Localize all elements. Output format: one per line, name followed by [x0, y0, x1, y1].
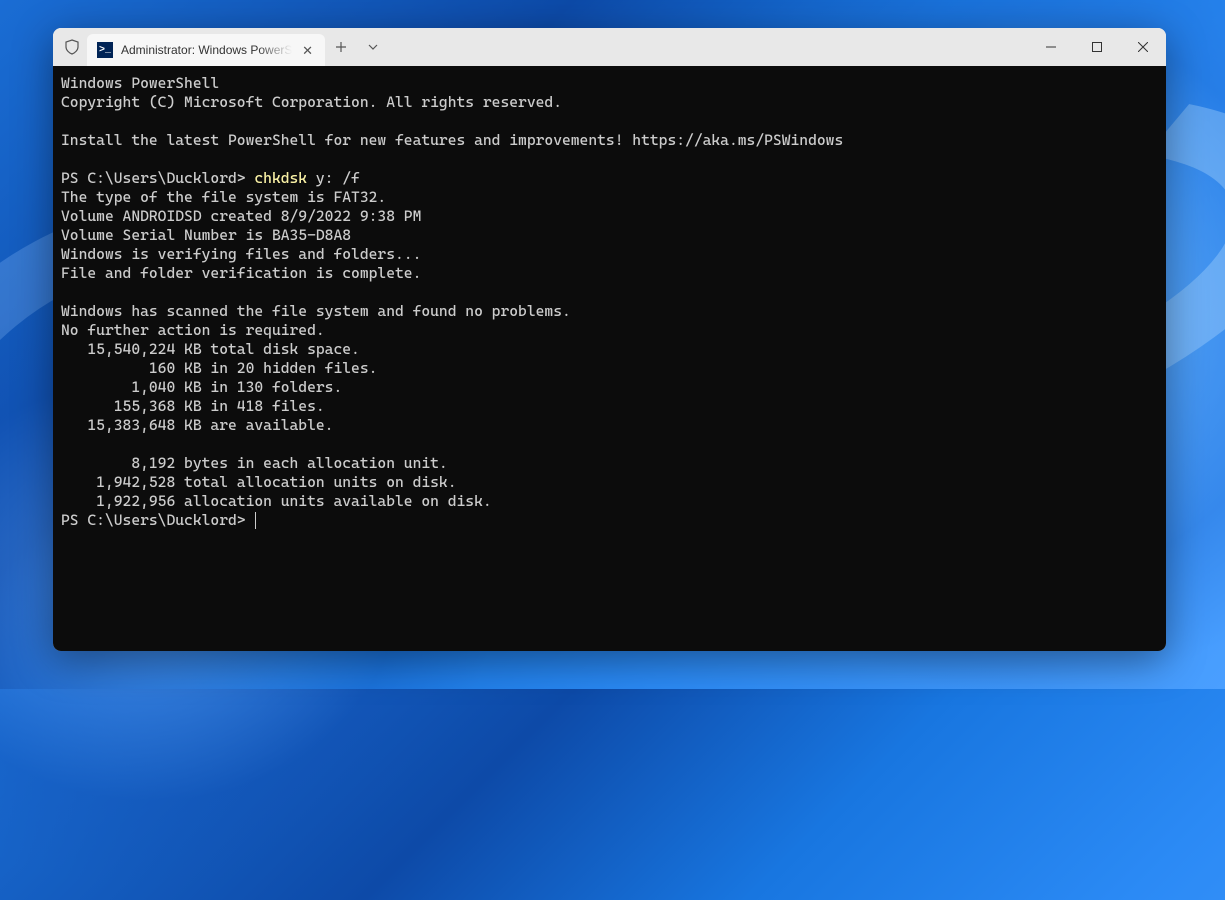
- terminal-args: y: /f: [307, 169, 360, 187]
- close-button[interactable]: [1120, 28, 1166, 66]
- terminal-line: 1,942,528 total allocation units on disk…: [61, 473, 457, 491]
- window-controls: [1028, 28, 1166, 66]
- admin-shield-icon: [53, 28, 83, 66]
- terminal-window: >_ Administrator: Windows PowerShell ✕ W…: [53, 28, 1166, 651]
- powershell-icon: >_: [97, 42, 113, 58]
- terminal-prompt: PS C:\Users\Ducklord>: [61, 169, 254, 187]
- maximize-button[interactable]: [1074, 28, 1120, 66]
- terminal-command: chkdsk: [254, 169, 307, 187]
- terminal-line: 160 KB in 20 hidden files.: [61, 359, 377, 377]
- tab-powershell[interactable]: >_ Administrator: Windows PowerShell ✕: [87, 34, 325, 66]
- tab-dropdown-button[interactable]: [357, 28, 389, 66]
- terminal-line: Volume Serial Number is BA35-D8A8: [61, 226, 351, 244]
- terminal-line: 1,040 KB in 130 folders.: [61, 378, 342, 396]
- terminal-line: Copyright (C) Microsoft Corporation. All…: [61, 93, 562, 111]
- terminal-line: 8,192 bytes in each allocation unit.: [61, 454, 448, 472]
- terminal-content[interactable]: Windows PowerShell Copyright (C) Microso…: [53, 66, 1166, 651]
- tab-title: Administrator: Windows PowerShell: [121, 43, 292, 57]
- terminal-line: File and folder verification is complete…: [61, 264, 421, 282]
- terminal-line: 15,540,224 KB total disk space.: [61, 340, 360, 358]
- terminal-line: No further action is required.: [61, 321, 325, 339]
- terminal-line: Windows is verifying files and folders..…: [61, 245, 421, 263]
- terminal-line: Install the latest PowerShell for new fe…: [61, 131, 843, 149]
- terminal-line: Volume ANDROIDSD created 8/9/2022 9:38 P…: [61, 207, 421, 225]
- minimize-button[interactable]: [1028, 28, 1074, 66]
- terminal-line: The type of the file system is FAT32.: [61, 188, 386, 206]
- cursor: [255, 512, 256, 529]
- tab-close-button[interactable]: ✕: [300, 42, 315, 59]
- terminal-line: 155,368 KB in 418 files.: [61, 397, 325, 415]
- new-tab-button[interactable]: [325, 28, 357, 66]
- window-titlebar[interactable]: >_ Administrator: Windows PowerShell ✕: [53, 28, 1166, 66]
- terminal-line: 1,922,956 allocation units available on …: [61, 492, 492, 510]
- terminal-prompt: PS C:\Users\Ducklord>: [61, 511, 254, 529]
- terminal-line: Windows PowerShell: [61, 74, 219, 92]
- terminal-line: Windows has scanned the file system and …: [61, 302, 571, 320]
- terminal-line: 15,383,648 KB are available.: [61, 416, 333, 434]
